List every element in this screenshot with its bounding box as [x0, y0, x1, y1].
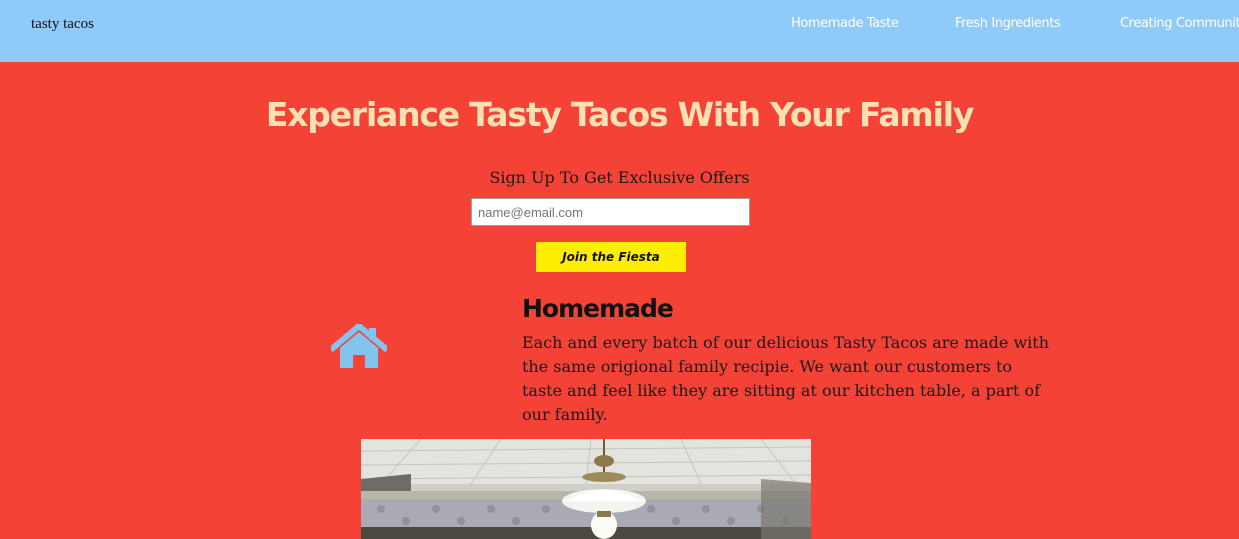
nav-link-fresh-ingredients[interactable]: Fresh Ingredients: [955, 16, 1061, 31]
home-icon: [331, 324, 387, 368]
join-fiesta-button[interactable]: Join the Fiesta: [536, 242, 686, 272]
brand-logo-link[interactable]: tasty tacos: [31, 16, 94, 33]
kitchen-photo-image: [361, 439, 811, 539]
email-input[interactable]: [471, 198, 750, 226]
kitchen-photo: [361, 439, 811, 539]
nav-link-creating-community[interactable]: Creating Community: [1120, 16, 1239, 31]
feature-heading: Homemade: [522, 294, 674, 323]
navbar: tasty tacos Homemade Taste Fresh Ingredi…: [0, 0, 1239, 62]
signup-label: Sign Up To Get Exclusive Offers: [489, 168, 750, 187]
hero-title: Experiance Tasty Tacos With Your Family: [265, 95, 975, 134]
feature-description: Each and every batch of our delicious Ta…: [522, 333, 1050, 424]
nav-link-homemade-taste[interactable]: Homemade Taste: [791, 16, 899, 31]
